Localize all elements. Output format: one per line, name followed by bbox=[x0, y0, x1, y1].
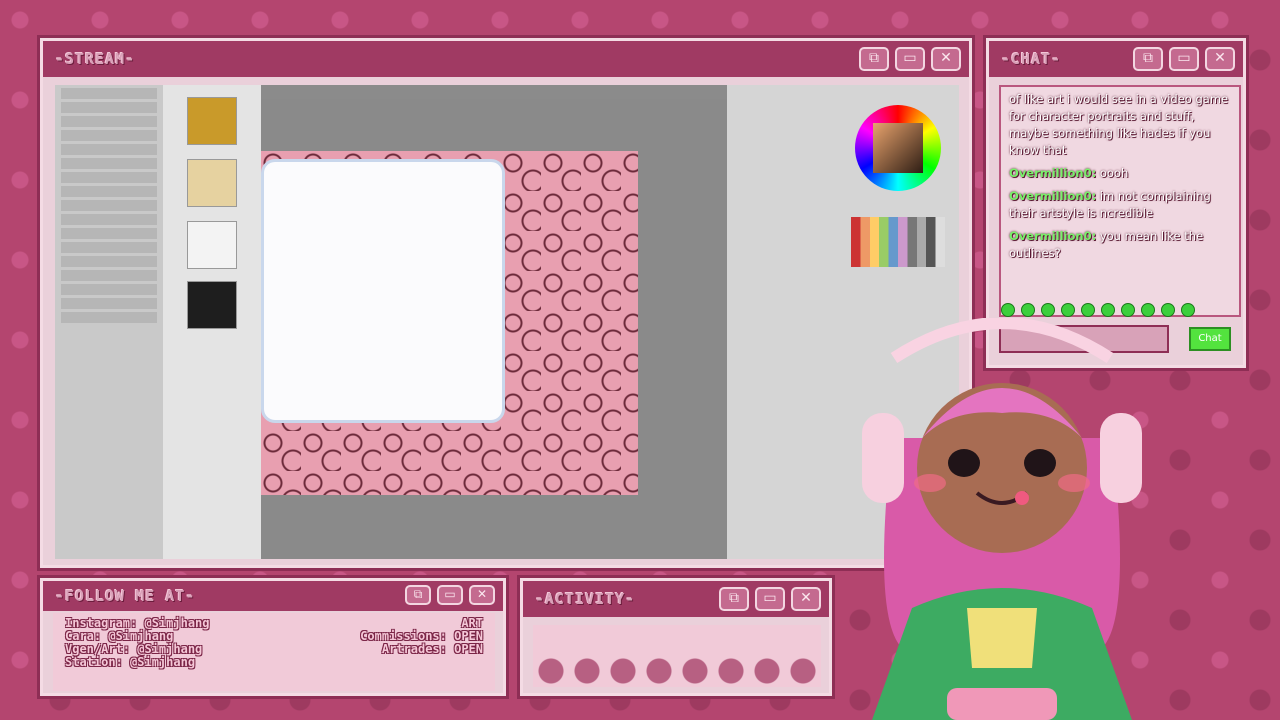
activity-feed bbox=[533, 625, 821, 687]
list-item bbox=[61, 88, 157, 99]
follow-row: Station: @Simjhang bbox=[65, 656, 483, 669]
drawing-tablet-icon bbox=[947, 688, 1057, 720]
follow-window: -FOLLOW ME AT- ⧉ ▭ ✕ Instagram: @Simjhan… bbox=[40, 578, 506, 696]
commission-status: Artrades: OPEN bbox=[381, 642, 483, 656]
chat-message: Overmillion0: you mean like the outlines… bbox=[1009, 228, 1231, 262]
activity-titlebar: -ACTIVITY- ⧉ ▭ ✕ bbox=[523, 581, 829, 617]
avatar-tongue bbox=[1015, 491, 1029, 505]
emote-icon[interactable] bbox=[1081, 303, 1095, 317]
material-swatch[interactable] bbox=[187, 221, 237, 269]
material-swatch[interactable] bbox=[187, 159, 237, 207]
chat-username[interactable]: Overmillion0: bbox=[1009, 189, 1096, 203]
avatar-eye-right bbox=[1024, 449, 1056, 477]
emote-icon[interactable] bbox=[1181, 303, 1195, 317]
chat-message: Overmillion0: oooh bbox=[1009, 165, 1231, 182]
social-handle: Station: @Simjhang bbox=[65, 655, 196, 669]
list-item bbox=[61, 116, 157, 127]
list-item bbox=[61, 298, 157, 309]
list-item bbox=[61, 242, 157, 253]
stream-window: -STREAM- ⧉ ▭ ✕ bbox=[40, 38, 972, 568]
material-swatch[interactable] bbox=[187, 97, 237, 145]
color-palette[interactable] bbox=[851, 217, 945, 267]
list-item bbox=[61, 270, 157, 281]
chat-send-button[interactable]: Chat bbox=[1189, 327, 1231, 351]
avatar-blush-right bbox=[1058, 474, 1090, 492]
color-picker-square[interactable] bbox=[873, 123, 923, 173]
list-item bbox=[61, 186, 157, 197]
headphone-left-icon bbox=[862, 413, 904, 503]
activity-window-controls: ⧉ ▭ ✕ bbox=[719, 587, 821, 611]
list-item bbox=[61, 144, 157, 155]
restore-icon[interactable]: ⧉ bbox=[719, 587, 749, 611]
emote-icon[interactable] bbox=[1101, 303, 1115, 317]
chat-text: of like art i would see in a video game … bbox=[1009, 92, 1229, 157]
follow-title: -FOLLOW ME AT- bbox=[55, 587, 196, 605]
close-icon[interactable]: ✕ bbox=[1205, 47, 1235, 71]
headphone-band bbox=[890, 318, 1114, 364]
follow-titlebar: -FOLLOW ME AT- ⧉ ▭ ✕ bbox=[43, 581, 503, 611]
list-item bbox=[61, 256, 157, 267]
chat-title: -CHAT- bbox=[1001, 50, 1062, 68]
list-item bbox=[61, 102, 157, 113]
chat-text: oooh bbox=[1099, 166, 1129, 180]
chat-messages: of like art i would see in a video game … bbox=[999, 85, 1241, 317]
list-item bbox=[61, 284, 157, 295]
vtuber-avatar bbox=[862, 318, 1142, 720]
maximize-icon[interactable]: ▭ bbox=[895, 47, 925, 71]
maximize-icon[interactable]: ▭ bbox=[755, 587, 785, 611]
close-icon[interactable]: ✕ bbox=[931, 47, 961, 71]
stream-titlebar: -STREAM- ⧉ ▭ ✕ bbox=[43, 41, 969, 77]
emote-icon[interactable] bbox=[1161, 303, 1175, 317]
headphone-right-icon bbox=[1100, 413, 1142, 503]
list-item bbox=[61, 172, 157, 183]
chat-message: Overmillion0: im not complaining their a… bbox=[1009, 188, 1231, 222]
avatar-shirt bbox=[967, 608, 1037, 668]
avatar-eye-left bbox=[948, 449, 980, 477]
list-item bbox=[61, 200, 157, 211]
emote-icon[interactable] bbox=[1121, 303, 1135, 317]
artwork-frame bbox=[261, 159, 505, 423]
follow-window-controls: ⧉ ▭ ✕ bbox=[405, 585, 495, 605]
activity-window: -ACTIVITY- ⧉ ▭ ✕ bbox=[520, 578, 832, 696]
chat-window-controls: ⧉ ▭ ✕ bbox=[1133, 47, 1235, 71]
close-icon[interactable]: ✕ bbox=[791, 587, 821, 611]
restore-icon[interactable]: ⧉ bbox=[405, 585, 431, 605]
list-item bbox=[61, 228, 157, 239]
emote-bar bbox=[1001, 303, 1195, 317]
drawing-canvas[interactable] bbox=[261, 99, 727, 559]
close-icon[interactable]: ✕ bbox=[469, 585, 495, 605]
list-item bbox=[61, 214, 157, 225]
emote-icon[interactable] bbox=[1001, 303, 1015, 317]
material-panel bbox=[163, 85, 261, 559]
chat-titlebar: -CHAT- ⧉ ▭ ✕ bbox=[989, 41, 1243, 77]
chat-message: of like art i would see in a video game … bbox=[1009, 91, 1231, 159]
maximize-icon[interactable]: ▭ bbox=[437, 585, 463, 605]
activity-title: -ACTIVITY- bbox=[535, 590, 636, 608]
stream-screen bbox=[55, 85, 959, 559]
emote-icon[interactable] bbox=[1061, 303, 1075, 317]
list-item bbox=[61, 130, 157, 141]
rose-decoration bbox=[533, 653, 821, 687]
stream-window-controls: ⧉ ▭ ✕ bbox=[859, 47, 961, 71]
brush-list-panel bbox=[55, 85, 163, 559]
maximize-icon[interactable]: ▭ bbox=[1169, 47, 1199, 71]
material-swatch[interactable] bbox=[187, 281, 237, 329]
list-item bbox=[61, 312, 157, 323]
chat-username[interactable]: Overmillion0: bbox=[1009, 166, 1096, 180]
follow-info: Instagram: @Simjhang ART Cara: @Simjhang… bbox=[53, 613, 495, 691]
avatar-blush-left bbox=[914, 474, 946, 492]
restore-icon[interactable]: ⧉ bbox=[859, 47, 889, 71]
restore-icon[interactable]: ⧉ bbox=[1133, 47, 1163, 71]
stream-title: -STREAM- bbox=[55, 50, 136, 68]
chat-username[interactable]: Overmillion0: bbox=[1009, 229, 1096, 243]
emote-icon[interactable] bbox=[1141, 303, 1155, 317]
emote-icon[interactable] bbox=[1021, 303, 1035, 317]
emote-icon[interactable] bbox=[1041, 303, 1055, 317]
list-item bbox=[61, 158, 157, 169]
color-wheel[interactable] bbox=[855, 105, 941, 191]
